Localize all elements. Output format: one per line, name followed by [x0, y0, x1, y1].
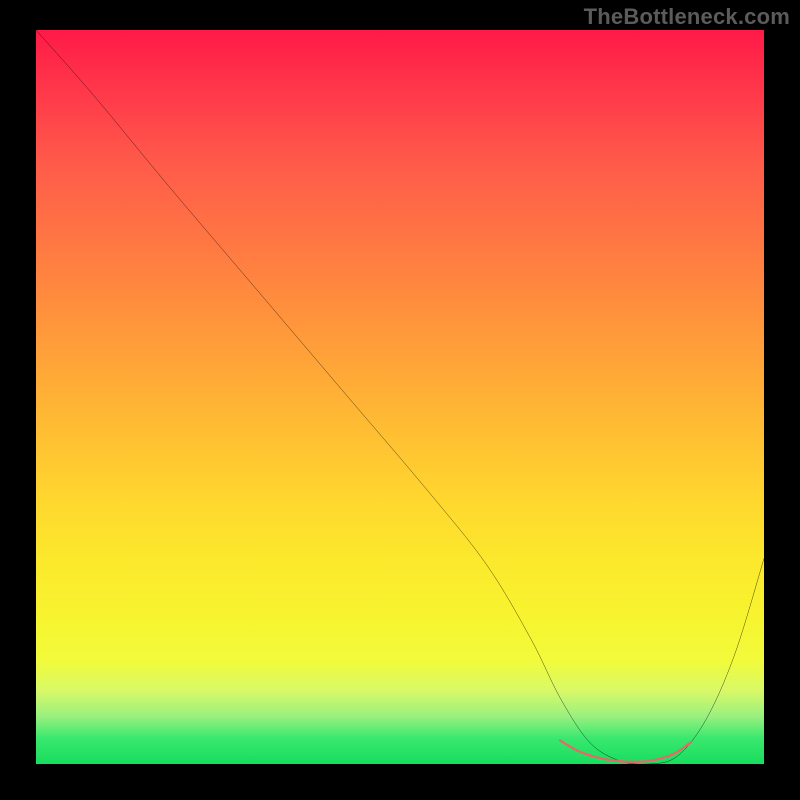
optimal-range-highlight [560, 741, 691, 762]
bottleneck-curve [36, 30, 764, 764]
plot-area [36, 30, 764, 764]
chart-frame: TheBottleneck.com [0, 0, 800, 800]
chart-svg [36, 30, 764, 764]
watermark-label: TheBottleneck.com [584, 4, 790, 30]
